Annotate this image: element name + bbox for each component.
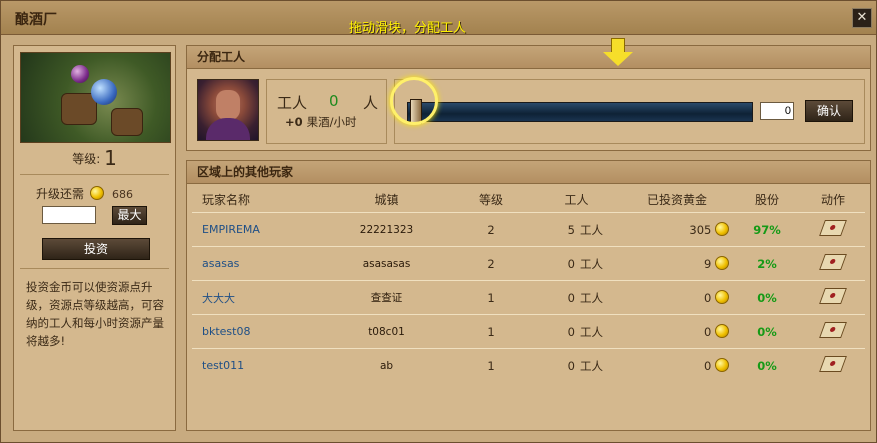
level-value: 1 [104,146,117,170]
production-rate-value: +0 [285,115,303,129]
confirm-button[interactable]: 确认 [805,100,853,122]
player-share: 0% [733,280,801,315]
player-level: 1 [450,314,532,349]
player-gold: 0 [704,325,712,339]
gold-coin-icon [715,290,729,304]
player-name-link[interactable]: test011 [192,348,323,382]
player-town: 22221323 [323,212,450,247]
table-row: test011 ab 1 0 工人 0 0% [192,348,865,382]
gold-coin-icon [715,324,729,338]
col-level: 等级 [478,192,503,207]
player-town: asasasas [323,246,450,281]
player-gold: 9 [704,257,712,271]
resource-info-panel: 等级: 1 升级还需 686 最大 投资 投资金币可以使资源点升级，资源点等级越高… [13,45,176,431]
gold-coin-icon [715,222,729,236]
player-gold: 0 [704,359,712,373]
player-gold: 0 [704,291,712,305]
brewery-window: 酿酒厂 拖动滑块，分配工人 ✕ 等级: 1 升级还需 686 最大 投资 投资金币… [0,0,877,443]
player-town: t08c01 [323,314,450,349]
worker-unit: 人 [363,94,379,112]
player-workers: 5 [532,212,579,247]
max-button[interactable]: 最大 [112,206,147,225]
close-button[interactable]: ✕ [852,8,872,28]
worker-summary: 工人 0 人 +0 果酒/小时 [266,79,387,144]
player-town: 查查证 [323,280,450,315]
player-workers: 0 [532,246,579,281]
other-players-panel: 区域上的其他玩家 玩家名称 城镇 等级 工人 已投资黄金 股份 动作 EMPIR… [186,160,871,431]
scroll-action-icon[interactable] [819,322,847,338]
scroll-action-icon[interactable] [819,356,847,372]
player-workers-unit: 工人 [579,348,621,382]
upgrade-cost-value: 686 [112,188,134,201]
player-level: 2 [450,246,532,281]
col-town: 城镇 [374,192,399,207]
player-name-link[interactable]: 大大大 [192,280,323,315]
divider [20,174,169,175]
worker-slider-box: 确认 [390,77,865,144]
upgrade-label: 升级还需 [36,187,85,201]
players-table: 玩家名称 城镇 等级 工人 已投资黄金 股份 动作 EMPIREMA 22221… [192,186,865,382]
player-share: 2% [733,246,801,281]
worker-qty-input[interactable] [760,102,794,120]
gold-coin-icon [715,256,729,270]
scroll-action-icon[interactable] [819,254,847,270]
assign-workers-header: 分配工人 [187,46,870,69]
upgrade-cost: 升级还需 686 [36,185,133,202]
table-row: asasas asasasas 2 0 工人 9 2% [192,246,865,281]
player-workers-unit: 工人 [579,280,621,315]
table-row: EMPIREMA 22221323 2 5 工人 305 97% [192,212,865,247]
player-share: 0% [733,314,801,349]
worker-portrait [197,79,259,141]
col-workers: 工人 [564,192,589,207]
divider [20,268,169,269]
other-players-header: 区域上的其他玩家 [187,161,870,184]
player-workers-unit: 工人 [579,212,621,247]
col-action: 动作 [820,192,845,207]
scroll-action-icon[interactable] [819,288,847,304]
title-bar: 酿酒厂 拖动滑块，分配工人 ✕ [1,1,876,36]
col-share: 股份 [754,192,779,207]
player-share: 0% [733,348,801,382]
invest-button[interactable]: 投资 [42,238,150,260]
col-invested-gold: 已投资黄金 [646,192,707,207]
player-level: 1 [450,280,532,315]
scroll-action-icon[interactable] [819,220,847,236]
player-name-link[interactable]: asasas [192,246,323,281]
slider-hint: 拖动滑块，分配工人 [349,21,467,36]
level-display: 等级: 1 [14,146,175,170]
assign-workers-panel: 分配工人 工人 0 人 +0果酒/小时 确认 [186,38,871,151]
table-row: bktest08 t08c01 1 0 工人 0 0% [192,314,865,349]
player-town: ab [323,348,450,382]
invest-amount-input[interactable] [42,206,96,224]
production-rate-unit: 果酒/小时 [306,115,357,129]
gold-coin-icon [90,186,105,200]
player-name-link[interactable]: bktest08 [192,314,323,349]
worker-count: 0 [329,92,339,110]
player-workers-unit: 工人 [579,314,621,349]
level-label: 等级: [72,152,101,166]
brewery-thumbnail [20,52,171,143]
worker-slider-track[interactable] [407,102,753,122]
col-player-name: 玩家名称 [202,192,251,207]
gold-coin-icon [715,358,729,372]
player-name-link[interactable]: EMPIREMA [192,212,323,247]
player-workers: 0 [532,314,579,349]
invest-description: 投资金币可以使资源点升级，资源点等级越高，可容纳的工人和每小时资源产量将越多! [26,280,164,348]
worker-label: 工人 [277,94,308,112]
table-header-row: 玩家名称 城镇 等级 工人 已投资黄金 股份 动作 [192,186,865,213]
player-level: 2 [450,212,532,247]
highlight-ring [390,77,438,125]
table-row: 大大大 查查证 1 0 工人 0 0% [192,280,865,315]
player-workers: 0 [532,348,579,382]
player-workers-unit: 工人 [579,246,621,281]
player-share: 97% [733,212,801,247]
window-title: 酿酒厂 [15,12,57,28]
player-workers: 0 [532,280,579,315]
player-level: 1 [450,348,532,382]
player-gold: 305 [689,223,712,237]
